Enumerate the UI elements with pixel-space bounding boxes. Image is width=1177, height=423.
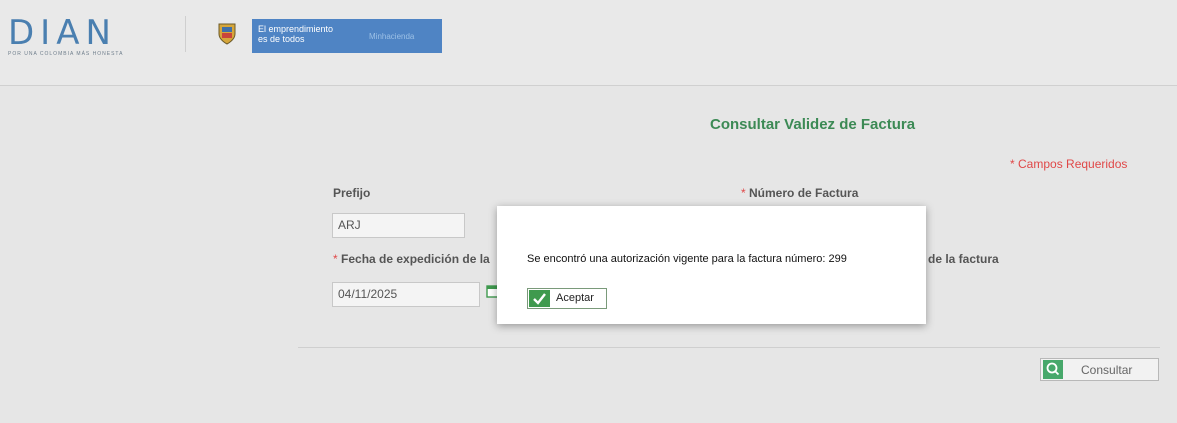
consultar-button[interactable]: Consultar xyxy=(1040,358,1159,381)
logo-tagline: POR UNA COLOMBIA MÁS HONESTA xyxy=(8,51,124,57)
required-marker: * xyxy=(333,252,338,266)
check-icon xyxy=(533,293,546,305)
form-divider xyxy=(298,347,1160,348)
result-dialog: Se encontró una autorización vigente par… xyxy=(497,206,926,324)
gov-ministry: Minhacienda xyxy=(369,32,415,41)
aceptar-button[interactable]: Aceptar xyxy=(527,288,607,309)
check-icon-box xyxy=(529,290,550,307)
aceptar-label: Aceptar xyxy=(556,292,594,304)
gov-slogan: El emprendimiento es de todos xyxy=(258,24,358,44)
required-marker: * xyxy=(741,186,746,200)
dian-logo[interactable]: DIAN POR UNA COLOMBIA MÁS HONESTA xyxy=(8,13,158,57)
search-icon xyxy=(1046,362,1060,376)
search-icon-box xyxy=(1043,360,1063,379)
page: DIAN POR UNA COLOMBIA MÁS HONESTA El emp… xyxy=(0,0,1177,423)
right-field-label: de la factura xyxy=(928,252,999,266)
fecha-label: * Fecha de expedición de la xyxy=(333,252,490,266)
prefijo-input[interactable]: ARJ xyxy=(332,213,465,238)
gov-slogan-line1: El emprendimiento xyxy=(258,24,334,34)
header-divider xyxy=(185,16,186,52)
coat-of-arms-icon xyxy=(218,23,236,45)
fecha-text: Fecha de expedición de la xyxy=(341,252,490,266)
page-title: Consultar Validez de Factura xyxy=(710,116,916,133)
header: DIAN POR UNA COLOMBIA MÁS HONESTA El emp… xyxy=(0,0,1177,86)
numero-factura-label: * Número de Factura xyxy=(741,186,858,200)
dialog-message: Se encontró una autorización vigente par… xyxy=(527,253,847,265)
logo-text: DIAN xyxy=(8,13,117,53)
fecha-input[interactable]: 04/11/2025 xyxy=(332,282,480,307)
required-note: * Campos Requeridos xyxy=(1010,157,1128,171)
numero-factura-text: Número de Factura xyxy=(749,186,859,200)
prefijo-label: Prefijo xyxy=(333,186,371,200)
gov-slogan-line2: es de todos xyxy=(258,34,305,44)
gov-banner: El emprendimiento es de todos Minhaciend… xyxy=(252,19,442,53)
consultar-label: Consultar xyxy=(1081,363,1133,377)
